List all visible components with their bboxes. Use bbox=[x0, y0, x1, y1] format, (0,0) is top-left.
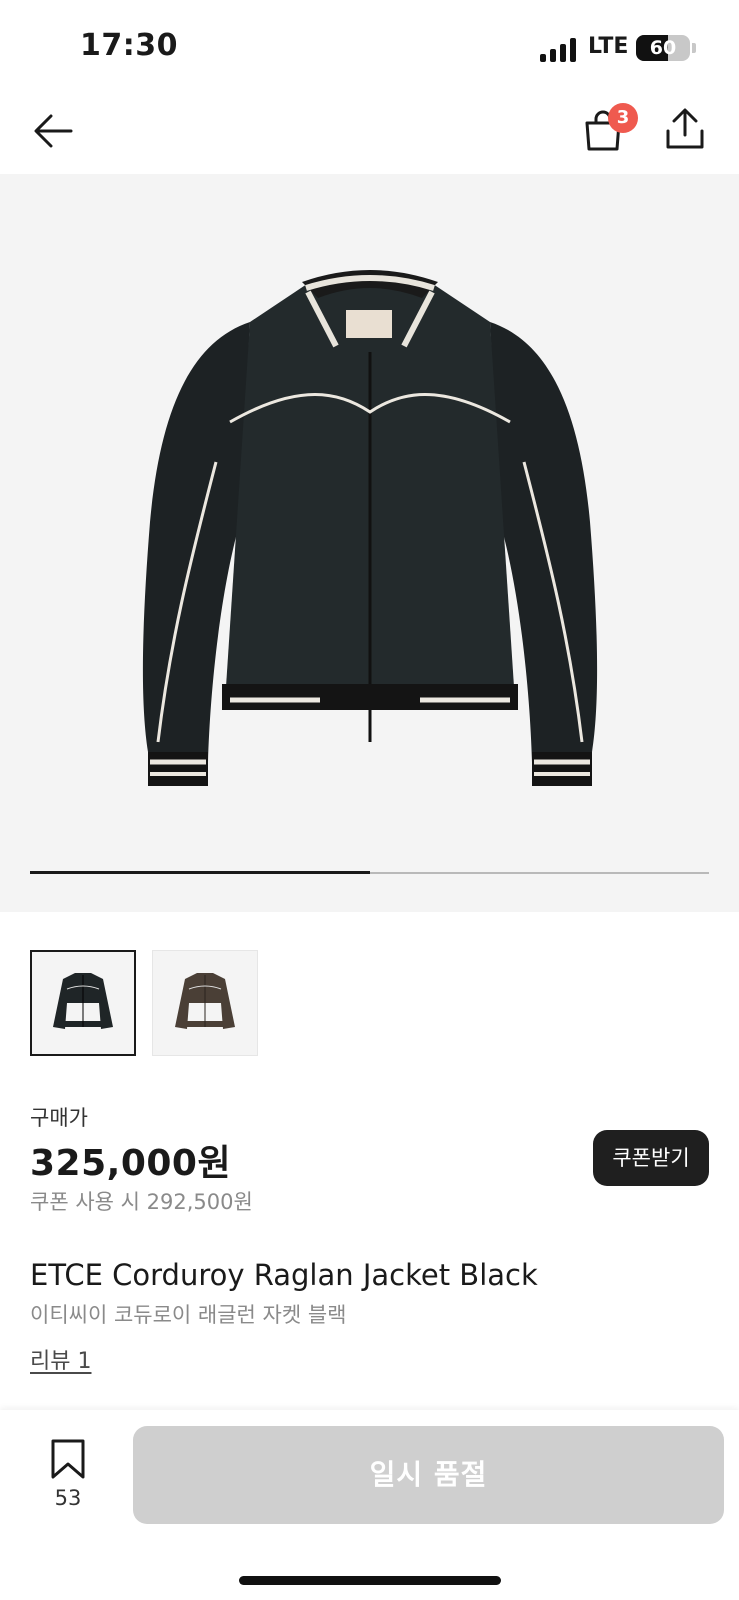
bookmark-button[interactable]: 53 bbox=[46, 1438, 90, 1518]
price-label: 구매가 bbox=[30, 1106, 88, 1130]
share-button[interactable] bbox=[658, 102, 712, 156]
review-link[interactable]: 리뷰 1 bbox=[30, 1343, 91, 1375]
status-time: 17:30 bbox=[80, 28, 178, 63]
cart-count-badge: 3 bbox=[608, 103, 638, 133]
coupon-price: 쿠폰 사용 시 292,500원 bbox=[30, 1190, 253, 1214]
arrow-left-icon bbox=[34, 114, 73, 148]
network-type: LTE bbox=[588, 34, 629, 59]
signal-strength-icon bbox=[540, 36, 580, 62]
product-image-carousel[interactable] bbox=[0, 174, 739, 912]
carousel-progress-fill bbox=[30, 871, 370, 874]
share-icon bbox=[666, 108, 704, 149]
bookmark-count: 53 bbox=[54, 1486, 82, 1510]
price-value: 325,000원 bbox=[30, 1143, 232, 1184]
product-name-en: ETCE Corduroy Raglan Jacket Black bbox=[30, 1258, 538, 1292]
bookmark-icon bbox=[51, 1439, 85, 1479]
product-image-black-jacket bbox=[142, 270, 598, 786]
bottom-action-bar: 53 일시 품절 bbox=[0, 1410, 739, 1600]
battery-tip bbox=[692, 43, 696, 53]
brown-jacket-thumbnail-icon bbox=[175, 973, 235, 1029]
black-jacket-thumbnail-icon bbox=[53, 973, 113, 1029]
carousel-progress bbox=[30, 871, 709, 874]
battery-icon: 60 bbox=[636, 35, 690, 61]
top-nav-bar: 3 bbox=[0, 90, 739, 174]
battery-level: 60 bbox=[649, 37, 677, 59]
thumbnail-brown[interactable] bbox=[152, 950, 258, 1056]
sold-out-button[interactable]: 일시 품절 bbox=[133, 1426, 724, 1524]
product-name-ko: 이티씨이 코듀로이 래글런 자켓 블랙 bbox=[30, 1303, 347, 1327]
thumbnail-strip bbox=[30, 950, 258, 1056]
home-indicator bbox=[239, 1576, 501, 1585]
thumbnail-black[interactable] bbox=[30, 950, 136, 1056]
status-bar: 17:30 LTE 60 bbox=[0, 0, 739, 90]
back-button[interactable] bbox=[26, 104, 80, 158]
get-coupon-button[interactable]: 쿠폰받기 bbox=[593, 1130, 709, 1186]
